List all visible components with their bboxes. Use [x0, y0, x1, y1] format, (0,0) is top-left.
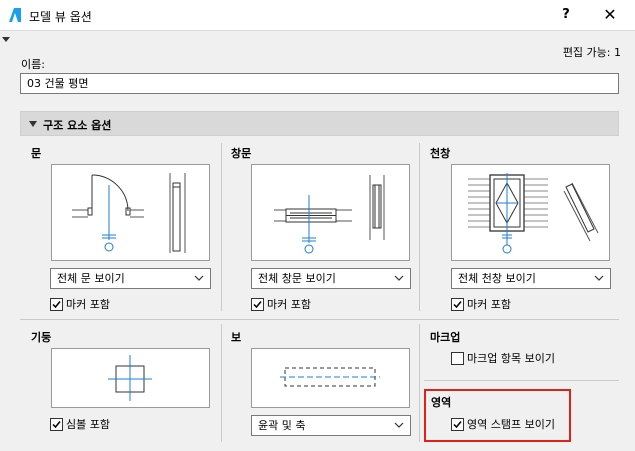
window-display-value: 전체 창문 보이기 — [258, 272, 336, 285]
beam-title: 보 — [231, 331, 242, 344]
divider — [424, 380, 619, 381]
checkbox-box[interactable] — [50, 418, 63, 431]
checkmark-icon — [253, 301, 262, 309]
chevron-down-icon — [594, 275, 604, 281]
divider — [419, 143, 420, 311]
section-title: 구조 요소 옵션 — [43, 119, 112, 132]
door-display-value: 전체 문 보이기 — [57, 272, 125, 285]
checkmark-icon — [453, 301, 462, 309]
checkbox-label: 심볼 포함 — [66, 418, 110, 431]
app-icon — [9, 8, 21, 22]
checkbox-label: 마커 포함 — [66, 298, 110, 311]
divider — [221, 143, 222, 311]
window-preview — [251, 164, 410, 261]
door-display-select[interactable]: 전체 문 보이기 — [50, 268, 211, 289]
skylight-symbol-icon — [468, 173, 599, 254]
checkbox-box[interactable] — [451, 298, 464, 311]
window-display-select[interactable]: 전체 창문 보이기 — [251, 268, 411, 289]
name-input[interactable]: 03 건물 평면 — [20, 73, 619, 94]
section-header[interactable]: 구조 요소 옵션 — [20, 111, 619, 136]
beam-preview — [251, 348, 410, 408]
skylight-preview — [451, 164, 610, 261]
panel-collapse-icon[interactable] — [2, 37, 10, 42]
checkbox-box[interactable] — [251, 298, 264, 311]
name-label: 이름: — [21, 58, 45, 71]
column-symbol-icon — [108, 355, 152, 401]
skylight-display-value: 전체 천창 보이기 — [458, 272, 536, 285]
checkbox-label: 마커 포함 — [467, 298, 511, 311]
door-title: 문 — [31, 147, 42, 160]
checkbox-box[interactable] — [451, 352, 464, 365]
column-preview — [51, 348, 210, 408]
skylight-display-select[interactable]: 전체 천창 보이기 — [451, 268, 611, 289]
window-title: 모델 뷰 옵션 — [29, 10, 92, 24]
door-preview — [51, 164, 210, 261]
window-title-label: 창문 — [231, 147, 252, 160]
editable-count: 편집 가능: 1 — [562, 46, 621, 59]
help-button[interactable]: ? — [554, 4, 578, 26]
checkmark-icon — [52, 421, 61, 429]
door-symbol-icon — [72, 173, 186, 253]
divider — [221, 324, 222, 442]
close-button[interactable]: ✕ — [597, 4, 623, 26]
beam-symbol-icon — [280, 367, 380, 387]
skylight-title: 천창 — [430, 147, 451, 160]
checkbox-box[interactable] — [50, 298, 63, 311]
divider — [419, 324, 420, 442]
column-title: 기둥 — [31, 331, 52, 344]
beam-display-select[interactable]: 윤곽 및 축 — [251, 415, 411, 436]
beam-display-value: 윤곽 및 축 — [258, 419, 306, 432]
zone-highlight-box — [424, 389, 571, 442]
checkbox-label: 마커 포함 — [267, 298, 311, 311]
window-symbol-icon — [274, 175, 385, 254]
chevron-down-icon — [194, 275, 204, 281]
divider — [20, 319, 619, 320]
chevron-down-icon — [394, 422, 404, 428]
checkbox-label: 마크업 항목 보이기 — [467, 352, 555, 365]
chevron-down-icon — [394, 275, 404, 281]
triangle-down-icon — [29, 121, 37, 127]
title-bar: 모델 뷰 옵션 ? ✕ — [0, 0, 635, 31]
markup-title: 마크업 — [430, 331, 461, 344]
checkmark-icon — [52, 301, 61, 309]
